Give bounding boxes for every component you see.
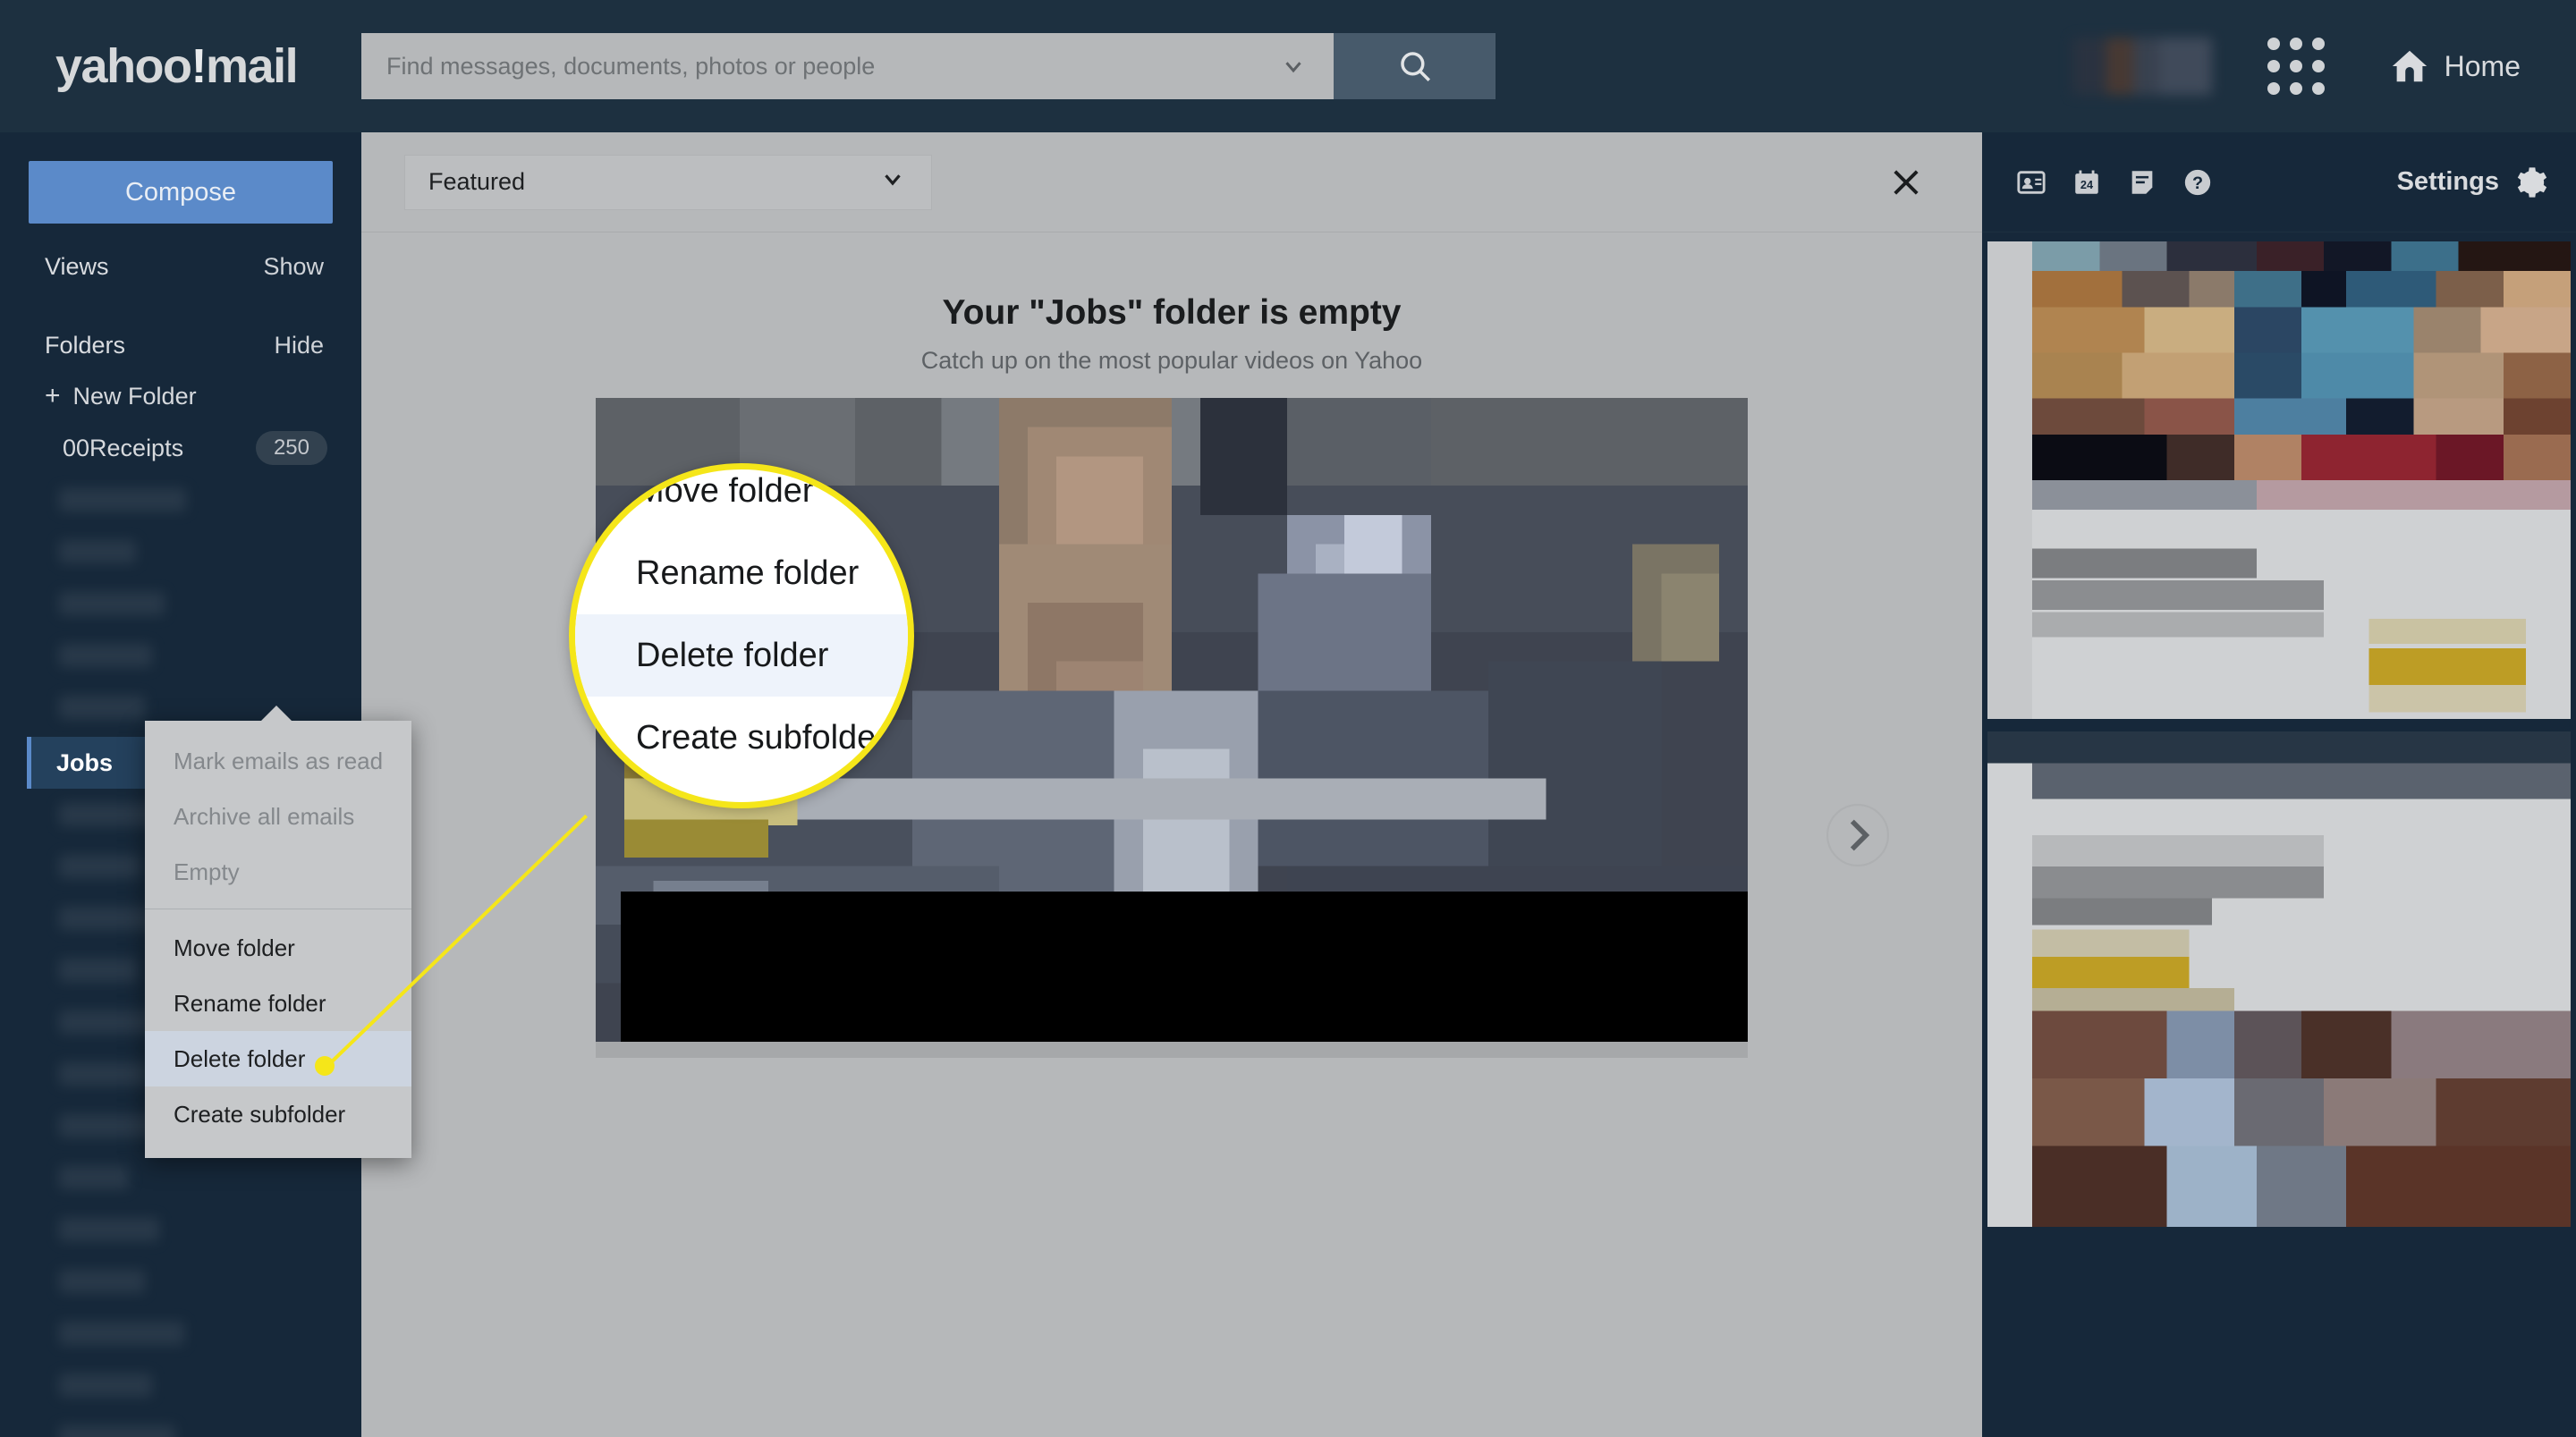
main-toolbar: Featured xyxy=(361,132,1982,232)
yahoo-mail-app: yahoo!mail Find messages, documents, pho… xyxy=(0,0,2576,1437)
settings-button[interactable]: Settings xyxy=(2397,165,2549,200)
logo-text: yahoo!mail xyxy=(55,38,299,94)
magnifier-callout: Move folder Rename folder Delete folder … xyxy=(569,463,914,808)
menu-item-create-subfolder[interactable]: Create subfolder xyxy=(145,1086,411,1142)
search-button[interactable] xyxy=(1334,33,1496,99)
logo-bang: ! xyxy=(191,39,208,93)
plus-icon: + xyxy=(45,381,61,410)
folders-hide-toggle[interactable]: Hide xyxy=(274,332,324,359)
list-item[interactable] xyxy=(0,1359,361,1411)
right-panel: 24 ? Settings xyxy=(1982,132,2576,1437)
folder-count-badge: 250 xyxy=(255,431,327,465)
selected-folder-name: Jobs xyxy=(56,748,114,776)
views-section-header: Views Show xyxy=(0,241,361,292)
video-letterbox xyxy=(621,892,1748,1042)
ad-image-pixels xyxy=(1987,241,2571,719)
list-item[interactable] xyxy=(0,1307,361,1359)
menu-item-mark-emails-as-read: Mark emails as read xyxy=(174,747,384,774)
compose-button[interactable]: Compose xyxy=(29,161,333,224)
gear-icon xyxy=(2517,166,2547,198)
chevron-right-icon xyxy=(1826,804,1889,866)
contacts-icon[interactable] xyxy=(2004,157,2059,207)
list-item[interactable] xyxy=(0,474,361,526)
list-item[interactable] xyxy=(0,526,361,578)
list-item[interactable] xyxy=(0,630,361,681)
calendar-day-number: 24 xyxy=(2080,178,2094,191)
folder-context-menu: Mark emails as read Archive all emails E… xyxy=(145,706,411,1158)
right-panel-toolbar: 24 ? Settings xyxy=(1982,132,2576,232)
ad-card-bottom[interactable] xyxy=(1987,731,2571,1227)
list-item[interactable] xyxy=(0,1411,361,1437)
search-group xyxy=(361,33,1496,99)
logo-brand: yahoo xyxy=(55,39,192,93)
main-content-area: Featured Your "Jobs" folder is empty Cat… xyxy=(361,132,1982,1437)
calendar-icon[interactable]: 24 xyxy=(2059,157,2114,207)
home-label: Home xyxy=(2444,49,2521,82)
menu-item-delete-folder[interactable]: Delete folder xyxy=(145,1031,411,1086)
list-item[interactable] xyxy=(0,578,361,630)
menu-item-archive-all-emails: Archive all emails xyxy=(174,802,355,830)
search-input[interactable] xyxy=(386,52,1278,80)
home-icon xyxy=(2392,50,2427,82)
header-right-cluster: Home xyxy=(2072,38,2576,95)
ad-image-pixels xyxy=(1987,731,2571,1227)
callout-item-move-folder: Move folder xyxy=(636,471,814,510)
notepad-icon[interactable] xyxy=(2114,157,2170,207)
yahoo-mail-logo[interactable]: yahoo!mail xyxy=(0,38,361,94)
logo-suffix: mail xyxy=(206,39,299,93)
home-link[interactable]: Home xyxy=(2389,46,2521,87)
ad-card-top[interactable] xyxy=(1987,241,2571,719)
list-item[interactable] xyxy=(0,1152,361,1204)
callout-pointer-dot xyxy=(315,1056,335,1076)
search-box[interactable] xyxy=(361,33,1334,99)
magnifier-callout-content: Move folder Rename folder Delete folder … xyxy=(575,469,908,779)
svg-text:?: ? xyxy=(2192,173,2203,193)
close-button[interactable] xyxy=(1882,158,1930,207)
list-item[interactable] xyxy=(0,1255,361,1307)
callout-item-create-subfolder: Create subfolder xyxy=(636,718,887,757)
chevron-down-icon[interactable] xyxy=(1278,51,1309,81)
top-header-bar: yahoo!mail Find messages, documents, pho… xyxy=(0,0,2576,132)
close-icon xyxy=(1894,169,1919,195)
featured-filter-value: Featured xyxy=(428,168,526,195)
sidebar-folder-00receipts[interactable]: 00Receipts 250 xyxy=(0,422,361,474)
callout-item-delete-folder: Delete folder xyxy=(575,614,908,697)
callout-item-rename-folder: Rename folder xyxy=(636,554,860,592)
folders-label: Folders xyxy=(45,331,126,359)
settings-label: Settings xyxy=(2396,167,2499,196)
menu-item-move-folder[interactable]: Move folder xyxy=(145,920,411,976)
search-icon xyxy=(1400,52,1430,81)
empty-folder-message: Your "Jobs" folder is empty Catch up on … xyxy=(361,232,1982,375)
video-progress-bar[interactable] xyxy=(596,1042,1748,1058)
menu-item-empty: Empty xyxy=(174,858,240,885)
folders-section-header: Folders Hide xyxy=(0,320,361,370)
page-title: Your "Jobs" folder is empty xyxy=(942,293,1402,332)
new-folder-button[interactable]: + New Folder xyxy=(0,370,361,422)
featured-filter-select[interactable]: Featured xyxy=(404,154,932,210)
new-folder-label: New Folder xyxy=(72,382,197,410)
chevron-down-icon xyxy=(879,165,906,199)
views-label: Views xyxy=(45,252,109,280)
apps-grid-icon[interactable] xyxy=(2267,38,2325,95)
empty-subtitle: Catch up on the most popular videos on Y… xyxy=(920,347,1423,374)
views-show-toggle[interactable]: Show xyxy=(263,253,324,281)
avatar[interactable] xyxy=(2072,38,2212,95)
help-icon[interactable]: ? xyxy=(2170,157,2225,207)
folder-name: 00Receipts xyxy=(63,434,184,461)
list-item[interactable] xyxy=(0,1204,361,1255)
carousel-next-button[interactable] xyxy=(1825,802,1891,868)
